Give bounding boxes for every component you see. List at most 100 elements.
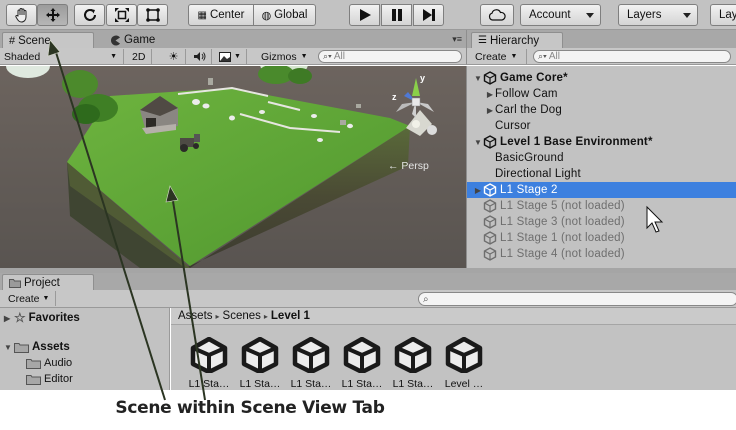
favorites-node[interactable]: ▶ ☆ Favorites [4,310,80,326]
hierarchy-row-label: Level 1 Base Environment* [500,136,653,148]
hierarchy-row[interactable]: BasicGround [467,150,736,166]
scene-asset-item[interactable]: L1 Sta… [289,337,333,390]
pivot-label: Center [209,9,245,21]
layout-label: Lay [719,9,736,21]
fold-arrow-icon[interactable]: ▶ [473,186,483,195]
orientation-gizmo[interactable]: y z [386,70,446,140]
global-local-toggle[interactable]: ◍ Global [254,4,316,26]
hand-tool-button[interactable] [6,4,37,26]
folder-editor[interactable]: Editor [26,373,73,385]
assets-node[interactable]: ▼ Assets [4,341,70,353]
tab-game[interactable]: Game [104,32,174,48]
hierarchy-row[interactable]: Cursor [467,118,736,134]
hierarchy-search-input[interactable]: ⌕▾ All [533,50,731,63]
folder-audio[interactable]: Audio [26,357,72,369]
tab-project[interactable]: Project [2,274,94,290]
move-tool-button[interactable] [37,4,68,26]
layout-dropdown[interactable]: Lay [710,4,736,26]
scene-asset-item[interactable]: L1 Sta… [391,337,435,390]
breadcrumb: Assets ▸ Scenes ▸ Level 1 [171,308,736,325]
search-icon: ⌕▾ [538,51,547,61]
fold-arrow-icon[interactable]: ▶ [485,106,495,115]
scale-tool-button[interactable] [106,4,137,26]
chevron-down-icon [683,13,691,18]
project-search-input[interactable]: ⌕ [418,292,736,306]
fold-arrow-icon: ▼ [4,342,12,352]
scene-asset-item[interactable]: L1 Sta… [340,337,384,390]
hierarchy-row[interactable]: ▶ Carl the Dog [467,102,736,118]
persp-label[interactable]: ← Persp [388,160,429,172]
gizmos-dropdown[interactable]: Gizmos ▼ [257,49,313,64]
scene-asset-item[interactable]: L1 Sta… [187,337,231,390]
hierarchy-tab-bar: ☰ Hierarchy [466,30,736,48]
hierarchy-row[interactable]: L1 Stage 5 (not loaded) [467,198,736,214]
hierarchy-row[interactable]: L1 Stage 1 (not loaded) [467,230,736,246]
scene-viewport[interactable]: y z ← Persp [0,66,466,268]
scene-asset-label: Level … [444,378,484,390]
pause-button[interactable] [381,4,412,26]
folder-audio-label: Audio [44,357,73,369]
fold-arrow-icon[interactable]: ▶ [485,90,495,99]
project-asset-browser: Assets ▸ Scenes ▸ Level 1 L1 Sta… L1 Sta…… [171,308,736,390]
breadcrumb-level-1[interactable]: Level 1 [271,310,310,322]
play-icon [359,9,371,21]
pacman-icon [111,35,120,45]
layers-dropdown[interactable]: Layers [618,4,698,26]
hierarchy-row[interactable]: Directional Light [467,166,736,182]
breadcrumb-assets[interactable]: Assets [178,310,213,322]
unity-scene-icon [483,71,497,85]
unity-scene-asset-icon [394,337,432,373]
tab-scene[interactable]: # Scene [2,32,94,48]
hierarchy-row[interactable]: ▶ L1 Stage 2 [467,182,736,198]
hierarchy-scene-row[interactable]: ▼ Level 1 Base Environment* [467,134,736,150]
breadcrumb-separator-icon: ▸ [215,311,220,321]
hierarchy-create-dropdown[interactable]: Create ▼ [471,49,527,64]
scene-asset-item[interactable]: Level … [442,337,486,390]
rotate-tool-button[interactable] [74,4,105,26]
hierarchy-row[interactable]: ▶ Follow Cam [467,86,736,102]
scene-search-input[interactable]: ⌕▾ All [318,50,462,63]
hierarchy-row-label: Follow Cam [495,88,558,100]
hierarchy-row-label: Carl the Dog [495,104,562,116]
scene-asset-label: L1 Sta… [188,378,230,390]
effects-dropdown[interactable]: ▼ [215,49,247,64]
project-create-dropdown[interactable]: Create ▼ [4,291,56,306]
chevron-down-icon: ▼ [300,53,308,60]
pivot-center-toggle[interactable]: ▦ Center [188,4,254,26]
sun-icon: ☀ [168,51,179,63]
assets-label: Assets [32,341,70,353]
hierarchy-row[interactable]: L1 Stage 4 (not loaded) [467,246,736,262]
unity-scene-asset-icon [343,337,381,373]
star-icon: ☆ [14,310,26,325]
project-folder-tree: ▶ ☆ Favorites ▼ Assets Audio Editor [0,308,170,390]
tab-scene-label: Scene [18,34,51,47]
panel-menu-icon[interactable]: ▾≡ [452,34,462,45]
unity-scene-icon [483,183,500,197]
hierarchy-scene-row[interactable]: ▼ Game Core* [467,70,736,86]
scene-search-placeholder: All [333,51,345,62]
step-button[interactable] [413,4,444,26]
tab-hierarchy[interactable]: ☰ Hierarchy [471,32,563,48]
caption-text: Scene within Scene View Tab [115,398,385,418]
lighting-toggle[interactable]: ☀ [162,49,186,64]
gizmos-label: Gizmos [261,50,297,63]
unity-scene-icon [483,135,497,149]
hand-icon [14,8,26,23]
hierarchy-row[interactable]: L1 Stage 3 (not loaded) [467,214,736,230]
play-button[interactable] [349,4,380,26]
fold-arrow-icon[interactable]: ▼ [473,74,483,83]
cloud-button[interactable] [480,4,514,26]
tab-hierarchy-label: Hierarchy [489,34,540,47]
hierarchy-row-label: L1 Stage 1 (not loaded) [500,232,625,244]
draw-mode-dropdown[interactable]: Shaded ▼ [0,49,124,64]
account-dropdown[interactable]: Account [520,4,601,26]
svg-text:y: y [420,73,425,83]
scene-toolbar: Shaded ▼ 2D ☀ ▼ Gizmos ▼ ⌕▾ All [0,48,466,65]
fold-arrow-icon[interactable]: ▼ [473,138,483,147]
scene-asset-item[interactable]: L1 Sta… [238,337,282,390]
hierarchy-row-label: L1 Stage 2 [500,184,558,196]
audio-toggle[interactable] [188,49,212,64]
breadcrumb-scenes[interactable]: Scenes [223,310,261,322]
rect-tool-button[interactable] [137,4,168,26]
mode-2d-toggle[interactable]: 2D [128,49,152,64]
